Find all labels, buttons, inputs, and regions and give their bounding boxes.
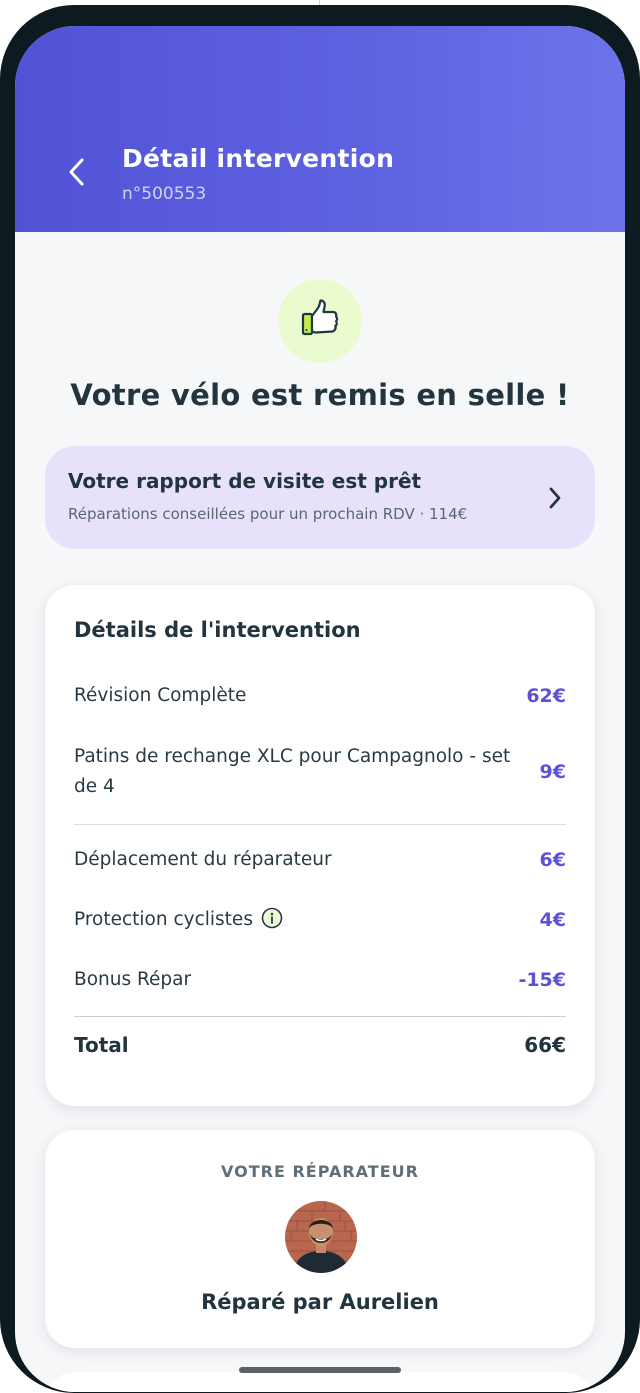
fee-price: -15€ <box>518 969 566 991</box>
fee-label-wrapper: Protection cyclistes <box>74 905 524 935</box>
repairer-heading: VOTRE RÉPARATEUR <box>221 1162 419 1181</box>
intervention-details-card: Détails de l'intervention Révision Compl… <box>45 585 595 1106</box>
page-title: Détail intervention <box>122 144 395 173</box>
fee-row-protection: Protection cyclistes 4€ <box>74 905 566 935</box>
avatar <box>285 1201 357 1273</box>
line-item-label: Patins de rechange XLC pour Campagnolo -… <box>74 746 511 797</box>
line-item-revision: Révision Complète 62€ <box>74 681 566 711</box>
line-item-brake-pads: Patins de rechange XLC pour Campagnolo -… <box>74 742 566 802</box>
screen: Détail intervention n°500553 Votre vélo … <box>15 26 625 1392</box>
visit-report-subtitle: Réparations conseillées pour un prochain… <box>68 505 468 523</box>
repaired-by-label: Réparé par Aurelien <box>201 1290 439 1314</box>
total-row: Total 66€ <box>74 1030 566 1060</box>
line-item-price: 62€ <box>526 685 566 707</box>
intervention-number: n°500553 <box>122 184 207 204</box>
divider <box>74 1016 566 1017</box>
chevron-left-icon <box>67 157 87 191</box>
total-price: 66€ <box>524 1033 566 1057</box>
total-label: Total <box>74 1033 129 1057</box>
fee-row-travel: Déplacement du réparateur 6€ <box>74 845 566 875</box>
fee-price: 4€ <box>539 909 566 931</box>
fee-price: 6€ <box>539 849 566 871</box>
visit-report-card[interactable]: Votre rapport de visite est prêt Réparat… <box>45 446 595 549</box>
divider <box>74 824 566 825</box>
fee-row-bonus: Bonus Répar -15€ <box>74 965 566 995</box>
repairer-card: VOTRE RÉPARATEUR Réparé par Aurelien <box>45 1130 595 1348</box>
info-icon[interactable] <box>261 907 283 929</box>
success-title: Votre vélo est remis en selle ! <box>70 378 570 412</box>
success-badge <box>278 279 362 363</box>
fee-label: Protection cyclistes <box>74 909 253 930</box>
line-item-price: 9€ <box>539 761 566 783</box>
fee-label: Bonus Répar <box>74 969 192 990</box>
chevron-right-icon <box>543 484 567 512</box>
back-button[interactable] <box>59 156 95 192</box>
visit-report-title: Votre rapport de visite est prêt <box>68 469 422 493</box>
phone-frame: Détail intervention n°500553 Votre vélo … <box>0 5 640 1393</box>
page-header: Détail intervention n°500553 <box>15 26 625 232</box>
line-item-label: Révision Complète <box>74 685 247 706</box>
thumbs-up-icon <box>297 296 343 346</box>
fee-label: Déplacement du réparateur <box>74 849 332 870</box>
details-title: Détails de l'intervention <box>74 618 361 642</box>
home-indicator[interactable] <box>239 1367 401 1373</box>
next-card-peek <box>45 1372 595 1392</box>
